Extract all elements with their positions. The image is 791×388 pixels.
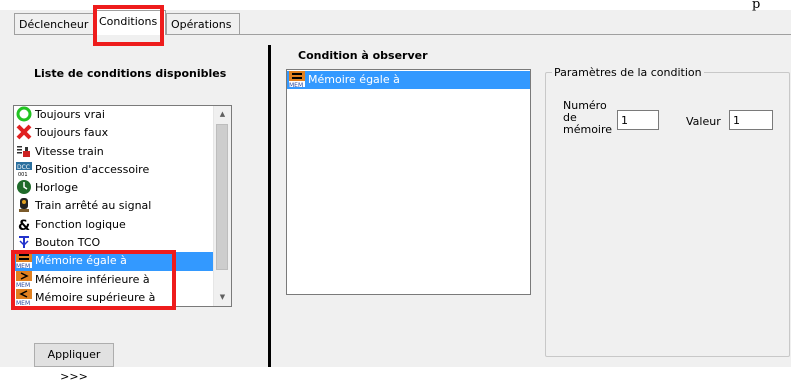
list-item[interactable]: Toujours faux [14,124,214,142]
value-label: Valeur [686,115,721,128]
value-input[interactable] [729,110,773,130]
memory-equal-icon: MEM [289,71,305,87]
list-item-label: Toujours faux [35,126,109,140]
observed-conditions-list[interactable]: MEM Mémoire égale à [286,69,531,295]
svg-text:MEM: MEM [289,82,303,87]
list-item-label: Mémoire inférieure à [35,272,150,286]
signal-icon [16,197,32,213]
available-conditions-heading: Liste de conditions disponibles [34,67,227,80]
list-item-selected[interactable]: MEM Mémoire égale à [14,252,214,271]
vertical-scrollbar[interactable]: ▲ ▼ [213,106,231,306]
top-strip [0,0,791,10]
scroll-down-arrow-icon[interactable]: ▼ [214,289,231,306]
clock-icon [16,179,32,195]
tab-operations[interactable]: Opérations [166,13,240,34]
memory-less-icon: MEM [16,270,32,287]
svg-text:001: 001 [18,172,28,177]
ampersand-icon: & [16,216,32,232]
list-item-label: Toujours vrai [35,108,105,121]
memory-number-input[interactable] [617,110,659,130]
memory-greater-icon: MEM [16,288,32,305]
observed-condition-heading: Condition à observer [298,49,428,62]
list-item-label: Train arrêté au signal [35,199,152,213]
green-circle-icon [16,106,32,122]
memory-number-label: Numéro de mémoire [563,99,613,136]
list-item[interactable]: DCC 001 Position d'accessoire [14,161,214,179]
list-item[interactable]: Train arrêté au signal [14,197,214,215]
svg-text:MEM: MEM [16,282,30,287]
list-item[interactable]: Toujours vrai [14,106,214,124]
svg-text:MEM: MEM [16,300,30,305]
corner-text: p [752,0,761,12]
svg-text:&: & [18,218,30,232]
speed-train-icon [16,143,32,159]
tco-button-icon [16,234,32,250]
list-item[interactable]: Vitesse train [14,143,214,161]
available-conditions-list[interactable]: Toujours vrai Toujours faux Vitesse trai… [13,105,232,307]
list-item-label: Horloge [35,181,79,195]
scroll-up-arrow-icon[interactable]: ▲ [214,106,231,123]
list-item-label: Mémoire supérieure à [35,290,156,304]
list-item[interactable]: Horloge [14,179,214,197]
scroll-thumb[interactable] [216,124,228,270]
list-item-label: Bouton TCO [35,236,101,250]
dcc-accessory-icon: DCC 001 [16,161,32,177]
tab-declencheur[interactable]: Déclencheur [14,13,95,34]
list-item-label: Vitesse train [35,144,104,158]
list-item-label: Mémoire égale à [35,254,127,268]
list-item[interactable]: MEM Mémoire inférieure à [14,270,214,289]
list-item-label: Fonction logique [35,217,126,231]
list-item-selected[interactable]: MEM Mémoire égale à [287,71,530,90]
list-item[interactable]: & Fonction logique [14,216,214,234]
condition-parameters-legend: Paramètres de la condition [554,66,702,79]
list-item-label: Position d'accessoire [35,162,150,176]
list-item[interactable]: Bouton TCO [14,234,214,252]
tab-conditions[interactable]: Conditions [94,10,166,35]
list-item-label: Mémoire égale à [308,73,400,86]
svg-text:DCC: DCC [17,164,30,171]
panel-divider [268,45,271,367]
apply-button[interactable]: Appliquer >>> [34,343,114,383]
list-item[interactable]: MEM Mémoire supérieure à [14,288,214,306]
red-cross-icon [16,124,32,140]
svg-text:MEM: MEM [16,263,30,268]
memory-equal-icon: MEM [16,252,32,269]
